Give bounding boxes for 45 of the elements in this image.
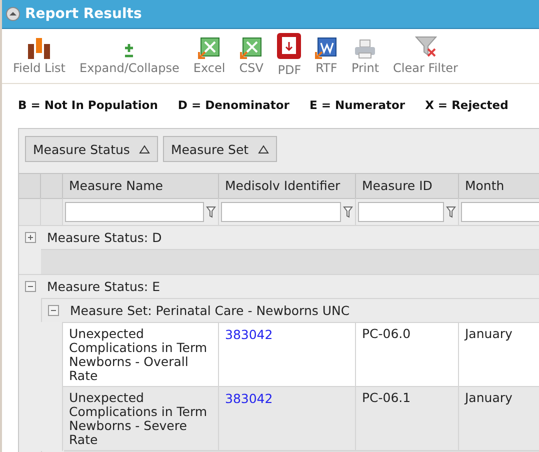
toolbar-button[interactable]: PDF xyxy=(270,33,308,77)
toolbar-button[interactable]: CSV xyxy=(232,33,270,75)
header-cell xyxy=(41,173,63,198)
sort-triangle-icon xyxy=(138,144,150,154)
group-by-chip[interactable]: Measure Set xyxy=(162,136,277,162)
printer-icon xyxy=(354,39,376,59)
minus-box-icon[interactable] xyxy=(48,305,59,316)
filter-field[interactable] xyxy=(358,202,444,222)
plus-box-icon[interactable] xyxy=(25,232,36,243)
window-title: Report Results xyxy=(25,6,142,22)
toolbar-button[interactable]: Clear Filter xyxy=(386,33,465,75)
identifier-link[interactable]: 383042 xyxy=(225,327,273,342)
toolbar-button[interactable]: RTF xyxy=(308,33,344,75)
pdf-file-icon xyxy=(277,33,302,59)
spreadsheet-export-icon xyxy=(240,37,262,59)
filter-icon[interactable] xyxy=(446,206,456,218)
bar-chart-icon xyxy=(27,37,52,59)
column-header[interactable]: Measure ID xyxy=(356,173,459,198)
toolbar-button[interactable]: Print xyxy=(344,33,386,75)
toolbar-button[interactable]: Field List xyxy=(6,33,72,75)
group-label: Measure Status: E xyxy=(47,279,160,294)
filter-field[interactable] xyxy=(221,202,341,222)
identifier-link[interactable]: 383042 xyxy=(225,391,273,406)
group-by-chip[interactable]: Measure Status xyxy=(25,136,158,162)
filter-field[interactable] xyxy=(65,202,204,222)
group-label: Measure Set: Perinatal Care - Newborns UNC xyxy=(70,303,350,318)
group-label: Measure Status: D xyxy=(47,230,162,245)
clear-filter-icon xyxy=(414,35,438,59)
spreadsheet-export-icon xyxy=(198,37,220,59)
document-export-icon xyxy=(315,37,338,59)
plus-minus-icon xyxy=(123,43,136,59)
toolbar-button[interactable]: Excel xyxy=(186,33,232,75)
legend-text: X = Rejected xyxy=(425,98,508,114)
legend-text: D = Denominator xyxy=(178,98,290,114)
column-header[interactable]: Month xyxy=(459,173,539,198)
legend-text: E = Numerator xyxy=(309,98,406,114)
legend-text: B = Not In Population xyxy=(18,98,158,114)
minus-box-icon[interactable] xyxy=(25,281,36,292)
column-header[interactable]: Measure Name xyxy=(63,173,219,198)
toolbar-button[interactable]: Expand/Collapse xyxy=(72,33,186,75)
filter-icon[interactable] xyxy=(206,206,216,218)
filter-field[interactable] xyxy=(461,202,539,222)
filter-icon[interactable] xyxy=(343,206,353,218)
sort-triangle-icon xyxy=(258,144,269,154)
column-header[interactable]: Medisolv Identifier xyxy=(219,173,356,198)
